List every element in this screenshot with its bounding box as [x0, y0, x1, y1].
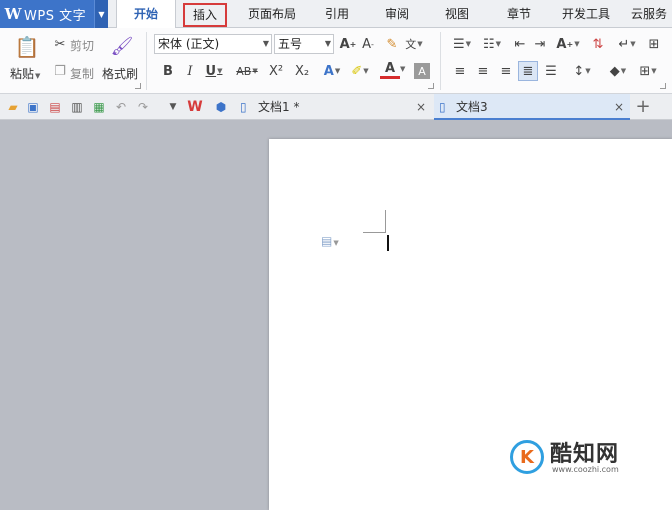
close-icon[interactable]: ×	[614, 94, 624, 120]
clear-format-icon[interactable]: ✎	[382, 34, 402, 54]
bullet-list-icon[interactable]: ☰ ▼	[448, 34, 476, 54]
print-preview-icon[interactable]: ▦	[90, 98, 108, 116]
document-icon: ▯	[439, 100, 446, 114]
increase-indent-icon[interactable]: ⇥	[530, 34, 550, 54]
tab-view[interactable]: 视图	[436, 0, 478, 28]
font-size-select[interactable]: 五号 ▼	[274, 34, 334, 54]
clipboard-dialog-launcher[interactable]	[135, 83, 141, 89]
sort-icon[interactable]: ⇅	[588, 34, 608, 54]
bold-button[interactable]: B	[158, 61, 178, 81]
chevron-down-icon: ▼	[324, 39, 331, 48]
ribbon: 📋 粘贴▼ ✂ 剪切 ❐ 复制 🖌 格式刷 宋体 (正文) ▼ 五号 ▼ A + A-…	[0, 28, 672, 94]
font-name-select[interactable]: 宋体 (正文) ▼	[154, 34, 272, 54]
chevron-down-icon[interactable]: ▼	[400, 65, 405, 73]
watermark-logo-icon: K	[510, 440, 544, 474]
scissors-icon[interactable]: ✂	[50, 34, 70, 54]
save-icon[interactable]: ▣	[24, 98, 42, 116]
paragraph-layout-icon[interactable]: ▤▼	[321, 234, 339, 248]
line-spacing-icon[interactable]: ↕ ▼	[568, 61, 596, 81]
close-icon[interactable]: ×	[416, 94, 426, 120]
tab-home[interactable]: 开始	[116, 0, 176, 29]
phonetic-guide-icon[interactable]: 文 ▼	[404, 34, 424, 54]
menu-bar: W WPS 文字 ▼ 开始 插入 页面布局 引用 审阅 视图 章节 开发工具 云…	[0, 0, 672, 29]
grow-font-icon[interactable]: A +	[338, 34, 358, 54]
cloud-doc-icon[interactable]: ⬢	[212, 98, 230, 116]
margin-corner-mark	[363, 232, 385, 233]
font-dialog-launcher[interactable]	[428, 83, 434, 89]
paragraph-dialog-launcher[interactable]	[660, 83, 666, 89]
show-marks-icon[interactable]: ↵ ▼	[614, 34, 640, 54]
strikethrough-button[interactable]: AB ▼	[234, 61, 260, 81]
text-effect-icon[interactable]: A ▼	[322, 61, 342, 81]
copy-icon[interactable]: ❐	[50, 61, 70, 81]
subscript-button[interactable]: X₂	[292, 61, 312, 81]
copy-button[interactable]: 复制	[70, 65, 94, 82]
format-painter-icon[interactable]: 🖌	[110, 34, 134, 58]
undo-icon[interactable]: ↶	[112, 98, 130, 116]
tab-developer[interactable]: 开发工具	[556, 0, 616, 28]
margin-corner-mark	[385, 210, 386, 233]
tab-references[interactable]: 引用	[316, 0, 358, 28]
tab-page-layout[interactable]: 页面布局	[240, 0, 304, 28]
chevron-down-icon: ▼	[262, 39, 269, 48]
open-folder-icon[interactable]: ▰	[4, 98, 22, 116]
chevron-down-icon[interactable]: ▼	[164, 98, 182, 116]
document-icon: ▯	[240, 100, 247, 114]
align-left-icon[interactable]: ≡	[450, 61, 470, 81]
decrease-indent-icon[interactable]: ⇤	[510, 34, 530, 54]
watermark-url: www.coozhi.com	[552, 465, 619, 474]
change-case-icon[interactable]: A + ▼	[554, 34, 582, 54]
wps-home-icon[interactable]: W	[186, 98, 204, 116]
watermark-title: 酷知网	[550, 442, 620, 467]
wps-logo-icon: W	[4, 5, 22, 23]
shrink-font-icon[interactable]: A-	[358, 34, 378, 54]
shading-icon[interactable]: ◆ ▼	[604, 61, 632, 81]
underline-button[interactable]: U ▼	[204, 61, 224, 81]
highlight-icon[interactable]: ✐ ▼	[350, 61, 370, 81]
superscript-button[interactable]: X²	[266, 61, 286, 81]
app-title: WPS 文字	[24, 8, 87, 24]
text-cursor	[387, 235, 389, 251]
char-shading-icon[interactable]: A	[414, 63, 430, 79]
watermark: K 酷知网 www.coozhi.com	[510, 436, 660, 480]
redo-icon[interactable]: ↷	[134, 98, 152, 116]
italic-button[interactable]: I	[180, 61, 200, 81]
chevron-down-icon[interactable]: ▼	[94, 0, 108, 28]
format-painter-button[interactable]: 格式刷	[102, 65, 138, 82]
tab-chapter[interactable]: 章节	[498, 0, 540, 28]
tab-review[interactable]: 审阅	[376, 0, 418, 28]
distributed-align-icon[interactable]: ☰	[541, 61, 561, 81]
paste-icon[interactable]: 📋	[14, 34, 40, 60]
font-color-icon[interactable]: A	[380, 61, 400, 79]
print-icon[interactable]: ▥	[68, 98, 86, 116]
table-icon[interactable]: ⊞	[644, 34, 664, 54]
cut-button[interactable]: 剪切	[70, 37, 94, 54]
align-center-icon[interactable]: ≡	[473, 61, 493, 81]
new-tab-button[interactable]: +	[634, 96, 652, 117]
align-right-icon[interactable]: ≡	[496, 61, 516, 81]
doc-tab-1[interactable]: ▯ 文档1 * ×	[234, 94, 432, 120]
paste-button[interactable]: 粘贴▼	[10, 65, 40, 82]
app-menu-button[interactable]: W WPS 文字 ▼	[0, 0, 108, 28]
numbered-list-icon[interactable]: ☷ ▼	[478, 34, 506, 54]
tab-insert[interactable]: 插入	[180, 0, 230, 28]
document-tab-bar: ▰ ▣ ▤ ▥ ▦ ↶ ↷ ▼ W ⬢ ▯ 文档1 * × ▯ 文档3 × +	[0, 94, 672, 120]
tab-cloud[interactable]: 云服务	[626, 0, 672, 28]
export-pdf-icon[interactable]: ▤	[46, 98, 64, 116]
align-justify-icon[interactable]: ≣	[518, 61, 538, 81]
doc-tab-3[interactable]: ▯ 文档3 ×	[434, 94, 630, 120]
borders-icon[interactable]: ⊞ ▼	[634, 61, 662, 81]
